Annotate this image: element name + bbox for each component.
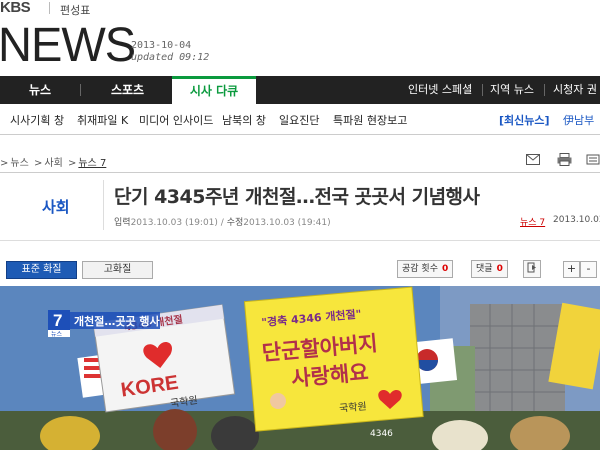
- schedule-link[interactable]: 편성표: [60, 2, 90, 18]
- divider: [544, 84, 545, 96]
- empathy-count: 0: [441, 264, 449, 274]
- latest-news-item[interactable]: 伊남부: [563, 112, 594, 128]
- subnav-item[interactable]: 미디어 인사이드: [139, 112, 213, 128]
- tab-news[interactable]: 뉴스: [0, 76, 80, 104]
- mail-icon[interactable]: [526, 154, 540, 165]
- tab-current-docs[interactable]: 시사 다큐: [172, 76, 256, 104]
- latest-news-label[interactable]: [최신뉴스]: [499, 112, 550, 128]
- share-icon[interactable]: [586, 154, 600, 165]
- subnav-item[interactable]: 남북의 창: [222, 112, 266, 128]
- source-date: 2013.10.03: [553, 215, 600, 225]
- subnav-item[interactable]: 취재파일 K: [77, 112, 128, 128]
- font-increase-button[interactable]: +: [563, 261, 580, 278]
- tab-sports[interactable]: 스포츠: [80, 76, 175, 104]
- video-player[interactable]: 4346 개천절 KORE 국학원 "경축 4346 개천절" 단군할아버지 사…: [0, 286, 600, 450]
- nav-viewer-rights[interactable]: 시청자 권: [553, 76, 597, 104]
- nav-regional-news[interactable]: 지역 뉴스: [490, 76, 534, 104]
- hd-quality-button[interactable]: 고화질: [82, 261, 153, 279]
- main-nav: 뉴스 스포츠 시사 다큐 인터넷 스페셜 지역 뉴스 시청자 권: [0, 76, 600, 104]
- sub-nav: 시사기획 창 취재파일 K 미디어 인사이드 남북의 창 일요진단 특파원 현장…: [0, 104, 600, 135]
- divider: [0, 172, 600, 173]
- standard-quality-button[interactable]: 표준 화질: [6, 261, 77, 279]
- section-label: 사회: [42, 198, 70, 216]
- video-frame: 4346 개천절 KORE 국학원 "경축 4346 개천절" 단군할아버지 사…: [0, 286, 600, 450]
- subnav-item[interactable]: 특파원 현장보고: [333, 112, 407, 128]
- breadcrumb-item[interactable]: 뉴스 7: [78, 158, 106, 169]
- crowd-sign-number: 4346: [370, 429, 393, 439]
- font-decrease-button[interactable]: -: [580, 261, 597, 278]
- empathy-button[interactable]: 공감 횟수 0: [397, 260, 454, 278]
- breadcrumb-item[interactable]: 뉴스: [10, 158, 28, 169]
- expand-button[interactable]: [523, 260, 541, 278]
- news-logo[interactable]: NEWS: [0, 22, 136, 70]
- breadcrumb: > 뉴스 > 사회 > 뉴스 7: [0, 158, 107, 169]
- divider: [103, 180, 104, 230]
- header-updated: updated 09:12: [131, 52, 210, 63]
- nav-internet-special[interactable]: 인터넷 스페셜: [408, 76, 472, 104]
- arrow-right-icon: [527, 262, 536, 273]
- subnav-item[interactable]: 일요진단: [279, 112, 319, 128]
- sign-main-org: 국학원: [339, 400, 368, 414]
- article-meta: 입력2013.10.03 (19:01) / 수정2013.10.03 (19:…: [114, 218, 331, 228]
- subnav-item[interactable]: 시사기획 창: [10, 112, 64, 128]
- divider: [482, 84, 483, 96]
- kbs-logo[interactable]: KBS: [0, 0, 31, 16]
- header-date: 2013-10-04: [131, 40, 192, 51]
- print-icon[interactable]: [557, 153, 572, 166]
- source-program-link[interactable]: 뉴스 7: [520, 215, 545, 228]
- channel-logo: 7: [53, 311, 62, 330]
- reply-count: 0: [496, 264, 503, 274]
- divider: [0, 240, 600, 241]
- reply-button[interactable]: 댓글 0: [471, 260, 508, 278]
- video-caption: 개천절…곳곳 행사: [74, 314, 161, 328]
- article-title: 단기 4345주년 개천절…전국 곳곳서 기념행사: [114, 186, 480, 208]
- breadcrumb-item[interactable]: 사회: [44, 158, 62, 169]
- divider: [49, 2, 50, 14]
- channel-logo-sub: 뉴스: [51, 331, 63, 338]
